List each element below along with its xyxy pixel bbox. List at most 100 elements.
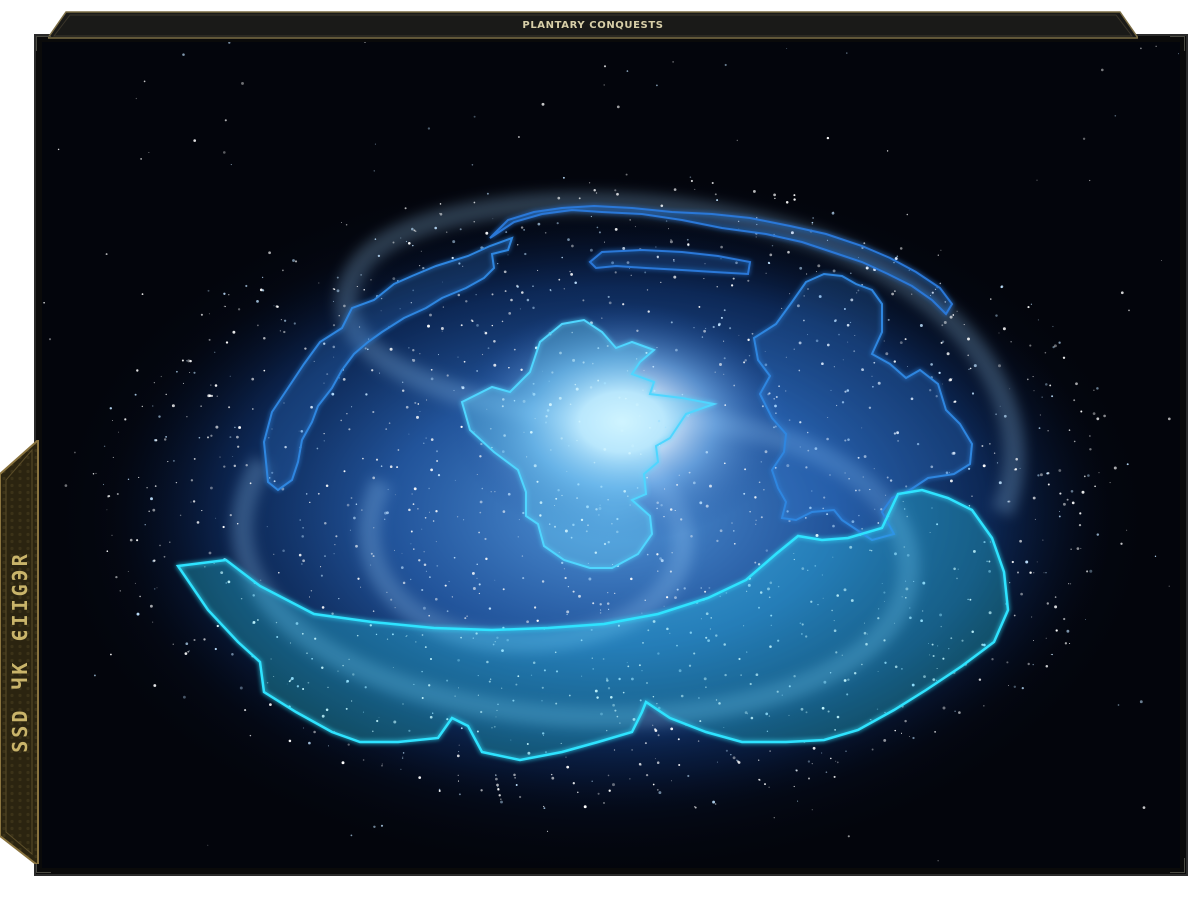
star — [497, 262, 499, 265]
star — [723, 309, 726, 312]
star — [491, 293, 494, 296]
star — [1032, 639, 1035, 642]
star — [179, 514, 182, 517]
star — [522, 511, 525, 515]
star — [249, 482, 252, 485]
star — [981, 445, 984, 447]
star — [608, 608, 610, 611]
star — [708, 586, 711, 589]
star — [279, 330, 281, 332]
star — [566, 610, 570, 614]
star — [499, 798, 502, 801]
star — [645, 773, 649, 777]
star — [401, 757, 404, 759]
star — [755, 236, 757, 238]
star — [826, 513, 829, 516]
star — [647, 310, 650, 313]
star — [189, 371, 191, 374]
star — [486, 192, 489, 195]
star — [229, 375, 231, 377]
star — [774, 197, 776, 200]
star — [234, 426, 236, 429]
star — [733, 384, 736, 387]
star — [1079, 512, 1082, 515]
star — [351, 406, 353, 408]
star — [491, 324, 494, 327]
star — [1086, 570, 1089, 573]
star — [263, 337, 266, 340]
star — [435, 597, 438, 601]
star — [454, 479, 456, 481]
star — [524, 252, 527, 256]
star — [574, 281, 577, 284]
star — [127, 478, 130, 481]
star — [43, 302, 45, 304]
star — [1089, 435, 1091, 437]
star — [590, 215, 593, 218]
star — [266, 526, 268, 528]
star — [998, 332, 1000, 334]
galaxy-map-view[interactable] — [42, 42, 1180, 868]
star — [971, 495, 973, 498]
star — [298, 553, 302, 557]
star — [225, 341, 229, 344]
star — [996, 462, 999, 464]
star — [299, 519, 302, 521]
star — [392, 277, 396, 280]
star — [629, 778, 631, 780]
star — [451, 596, 453, 598]
star — [313, 730, 316, 734]
star — [336, 289, 340, 293]
star — [596, 226, 599, 229]
star — [1068, 429, 1071, 431]
star — [613, 749, 616, 751]
star — [228, 294, 230, 296]
star — [410, 530, 413, 533]
star — [1002, 327, 1006, 331]
star — [479, 511, 482, 514]
star — [1032, 376, 1034, 378]
star — [308, 596, 311, 598]
star — [370, 552, 373, 555]
star — [323, 433, 325, 435]
star — [460, 727, 463, 730]
star — [811, 221, 814, 224]
star — [911, 293, 913, 295]
star — [967, 354, 969, 357]
star — [773, 426, 775, 429]
star — [1054, 605, 1058, 609]
star — [436, 565, 439, 567]
star — [846, 52, 848, 54]
star — [826, 136, 830, 140]
star — [812, 746, 816, 750]
star — [479, 455, 482, 458]
star — [656, 501, 659, 505]
star — [380, 824, 384, 827]
star — [214, 647, 217, 651]
star — [485, 231, 489, 235]
star — [894, 729, 896, 732]
star — [692, 481, 696, 485]
star — [723, 373, 725, 375]
star — [526, 620, 529, 624]
star — [1167, 417, 1171, 421]
galaxy-map-svg[interactable] — [42, 42, 1180, 868]
star — [963, 324, 965, 326]
star — [360, 274, 362, 276]
star — [320, 574, 323, 577]
star — [153, 559, 156, 562]
star — [812, 217, 814, 219]
star — [457, 293, 461, 297]
star — [294, 260, 298, 263]
star — [817, 264, 821, 268]
star — [140, 158, 142, 160]
side-panel-tab[interactable]: SSD ЧК ЄIIGЭR — [0, 440, 40, 864]
star — [730, 284, 734, 287]
star — [345, 224, 348, 226]
star — [116, 492, 119, 496]
star — [124, 418, 127, 421]
star — [430, 468, 433, 472]
star — [370, 279, 372, 281]
star — [1069, 583, 1072, 585]
star — [886, 150, 889, 152]
